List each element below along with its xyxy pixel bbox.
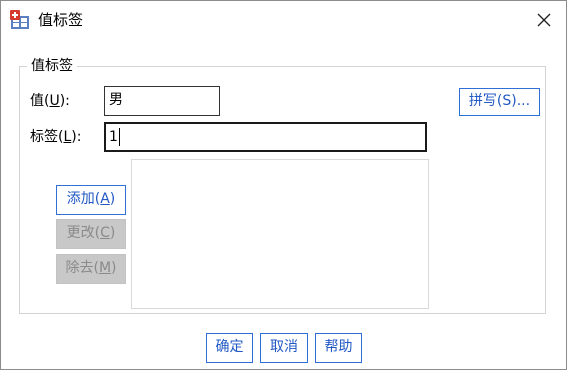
add-button[interactable]: 添加(A) [56,185,126,215]
label-input-value: 1 [109,129,118,145]
add-button-suffix: ) [109,191,116,207]
value-labels-dialog: 值标签 值标签 值(U): 男 拼写(S)... 标签(L): 1 添加(A) … [0,0,567,370]
value-labels-listbox[interactable] [131,159,429,309]
value-input[interactable]: 男 [104,86,220,116]
close-icon [537,13,551,27]
change-button-suffix: ) [109,225,116,241]
change-button[interactable]: 更改(C) [56,219,126,249]
cancel-button[interactable]: 取消 [260,333,308,363]
remove-button-text: 除去( [65,260,99,276]
label-label-text: 标签( [30,129,64,145]
value-label: 值(U): [30,92,70,110]
ok-button[interactable]: 确定 [206,333,253,363]
value-label-mnemonic: U [49,93,60,109]
add-button-text: 添加( [66,191,101,207]
remove-button[interactable]: 除去(M) [56,254,126,284]
value-label-suffix: ): [59,93,70,109]
title-bar: 值标签 [1,1,566,39]
value-labels-app-icon [10,10,30,30]
help-button[interactable]: 帮助 [315,333,362,363]
value-label-text: 值( [30,93,50,109]
spelling-button[interactable]: 拼写(S)... [459,88,540,116]
group-title: 值标签 [27,57,77,75]
label-label-suffix: ): [71,129,82,145]
close-button[interactable] [534,10,554,30]
window-title: 值标签 [38,11,84,29]
label-input[interactable]: 1 [104,122,427,152]
text-caret [118,128,120,146]
change-button-mnemonic: C [100,225,110,241]
label-label: 标签(L): [30,128,81,146]
remove-button-suffix: ) [111,260,117,276]
change-button-text: 更改( [66,225,101,241]
add-button-mnemonic: A [100,191,110,207]
remove-button-mnemonic: M [98,260,112,276]
